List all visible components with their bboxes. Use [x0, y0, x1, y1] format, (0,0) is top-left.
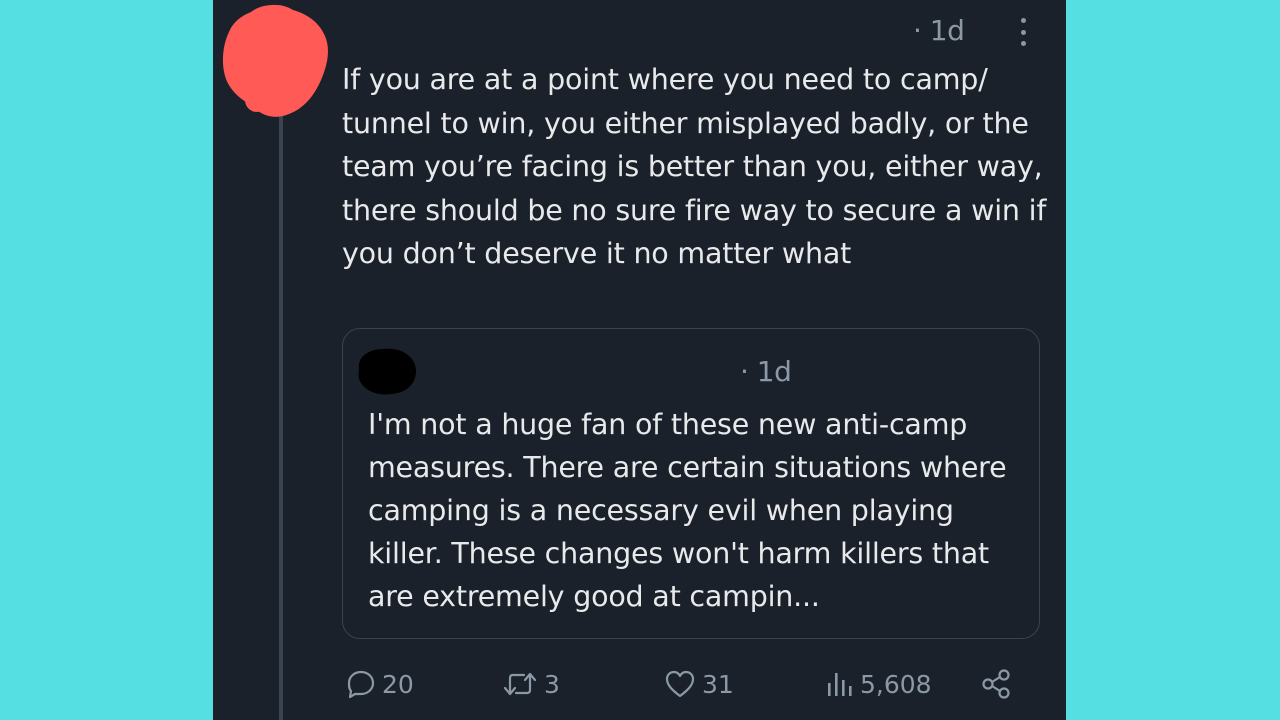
heart-icon — [665, 670, 695, 698]
redacted-avatar[interactable] — [221, 4, 329, 118]
share-icon — [982, 669, 1010, 699]
retweet-button[interactable]: 3 — [502, 664, 560, 704]
reply-button[interactable]: 20 — [346, 664, 414, 704]
views-count: 5,608 — [860, 669, 932, 699]
like-count: 31 — [702, 669, 734, 699]
action-bar: 20 3 31 5,608 — [342, 664, 1062, 704]
reply-count: 20 — [382, 669, 414, 699]
tweet-text: If you are at a point where you need to … — [342, 63, 1047, 270]
quote-text: I'm not a huge fan of these new anti-cam… — [368, 408, 1007, 613]
thread-line — [279, 110, 283, 720]
share-button[interactable] — [980, 664, 1012, 704]
like-button[interactable]: 31 — [664, 664, 734, 704]
retweet-icon — [503, 672, 537, 696]
reply-icon — [347, 670, 375, 699]
quoted-tweet[interactable]: · 1d I'm not a huge fan of these new ant… — [342, 328, 1040, 639]
tweet-timestamp[interactable]: · 1d — [913, 14, 965, 47]
views-icon — [828, 673, 852, 696]
views-button[interactable]: 5,608 — [824, 664, 932, 704]
tweet-panel: · 1d If you are at a point where you nee… — [213, 0, 1066, 720]
redacted-quote-avatar — [358, 348, 417, 395]
more-icon[interactable] — [1013, 14, 1033, 50]
quote-timestamp: · 1d — [740, 355, 792, 388]
retweet-count: 3 — [544, 669, 560, 699]
